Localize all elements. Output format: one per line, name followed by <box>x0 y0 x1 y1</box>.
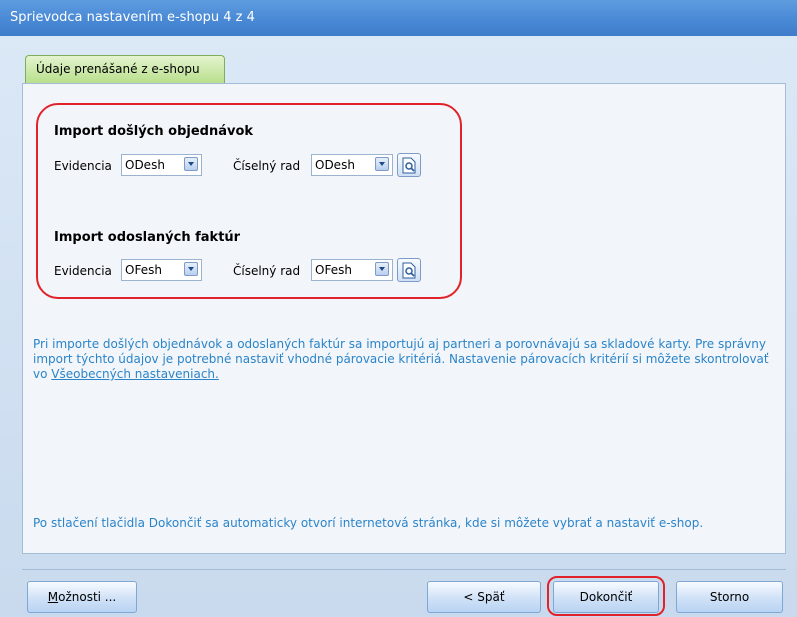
back-button-label: < Späť <box>463 590 505 604</box>
tab-label: Údaje prenášané z e-shopu <box>36 62 200 76</box>
tab-udaje-prenasane[interactable]: Údaje prenášané z e-shopu <box>25 55 225 83</box>
options-button[interactable]: Možnosti ... <box>27 581 137 613</box>
divider <box>22 569 786 570</box>
options-button-label: ožnosti ... <box>58 590 117 604</box>
back-button[interactable]: < Späť <box>427 581 541 613</box>
finish-note: Po stlačení tlačidla Dokončiť sa automat… <box>33 516 704 530</box>
cancel-button[interactable]: Storno <box>676 581 783 613</box>
info-paragraph: Pri importe došlých objednávok a odoslan… <box>33 337 773 382</box>
import-settings-highlight <box>36 103 462 299</box>
options-button-hotkey: M <box>47 590 59 604</box>
window-titlebar: Sprievodca nastavením e-shopu 4 z 4 <box>0 0 797 36</box>
window-title: Sprievodca nastavením e-shopu 4 z 4 <box>10 10 255 25</box>
general-settings-link[interactable]: Všeobecných nastaveniach. <box>51 367 219 381</box>
finish-button-highlight <box>547 576 665 616</box>
cancel-button-label: Storno <box>709 590 750 604</box>
